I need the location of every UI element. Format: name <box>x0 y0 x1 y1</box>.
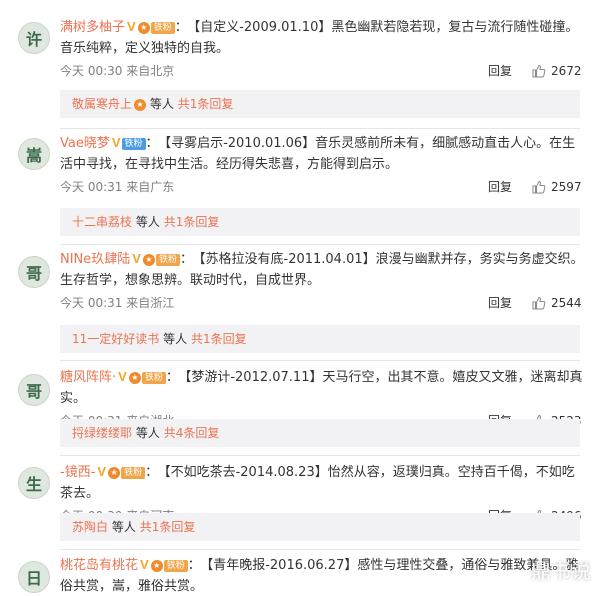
fan-badge: 铁粉 <box>155 254 180 266</box>
avatar[interactable]: 日 <box>18 561 50 593</box>
sub-reply-text: 等人 <box>135 215 160 229</box>
avatar[interactable]: 嵩 <box>18 138 50 170</box>
sub-reply-text: 等人 <box>111 520 136 534</box>
medal-icon: ★ <box>128 372 141 384</box>
username[interactable]: 桃花岛有桃花 <box>60 558 138 573</box>
verified-v-icon: V <box>111 135 121 150</box>
username[interactable]: 满树多柚子 <box>60 20 125 35</box>
avatar[interactable]: 哥 <box>18 256 50 288</box>
username[interactable]: 糖风阵阵· <box>60 370 116 385</box>
sub-reply-user[interactable]: 苏陶白 <box>72 520 108 534</box>
thumbs-up-icon <box>532 296 546 310</box>
timestamp: 今天 00:31 来自浙江 <box>60 296 175 310</box>
comment-meta: 今天 00:31 来自广东 回复 2597 <box>60 177 585 197</box>
sub-reply-summary[interactable]: 捋绿缕缕耶 等人 共4条回复 <box>60 419 580 447</box>
verified-v-icon: V <box>127 19 136 34</box>
fan-badge: 铁粉 <box>150 22 175 34</box>
like-button[interactable]: 2544 <box>532 293 582 313</box>
verified-v-icon: V <box>140 557 149 572</box>
verified-v-icon: V <box>97 464 107 479</box>
medal-icon: ★ <box>142 254 155 266</box>
sub-reply-user[interactable]: 十二串荔枝 <box>72 215 132 229</box>
sub-reply-text: 等人 <box>149 97 174 111</box>
divider <box>60 360 580 361</box>
reply-button[interactable]: 回复 <box>488 177 512 197</box>
username[interactable]: Vae晓梦 <box>60 136 110 151</box>
divider <box>60 128 580 129</box>
medal-icon: ★ <box>134 99 147 111</box>
avatar[interactable]: 生 <box>18 467 50 499</box>
thumbs-up-icon <box>532 180 546 194</box>
sub-reply-user[interactable]: 11一定好好读书 <box>72 332 159 346</box>
verified-v-icon: V <box>132 251 141 266</box>
comment-text: -镜西- V ★ 铁粉：【不如吃茶去-2014.08.23】怡然从容，返璞归真。空持百… <box>60 461 585 504</box>
sub-reply-summary[interactable]: 苏陶白 等人 共1条回复 <box>60 513 580 541</box>
comment-text: 桃花岛有桃花 V ★ 铁粉：【青年晚报-2016.06.27】感性与理性交叠，通俗与雅… <box>60 554 585 596</box>
sub-reply-count[interactable]: 共1条回复 <box>178 97 234 111</box>
divider <box>60 549 580 550</box>
like-button[interactable]: 2597 <box>532 177 582 197</box>
avatar[interactable]: 许 <box>18 22 50 54</box>
fan-badge: 铁粉 <box>121 467 146 479</box>
reply-button[interactable]: 回复 <box>488 293 512 313</box>
sub-reply-count[interactable]: 共1条回复 <box>140 520 196 534</box>
avatar[interactable]: 哥 <box>18 374 50 406</box>
fan-badge: 铁粉 <box>121 138 146 150</box>
medal-icon: ★ <box>150 560 163 572</box>
comment-meta: 今天 00:31 来自浙江 回复 2544 <box>60 293 585 313</box>
divider <box>60 455 580 456</box>
username[interactable]: -镜西- <box>60 465 95 480</box>
sub-reply-text: 等人 <box>163 332 188 346</box>
comment-text: 糖风阵阵· V ★ 铁粉：【梦游计-2012.07.11】天马行空，出其不意。嬉皮又文… <box>60 366 585 409</box>
fan-badge: 铁粉 <box>141 372 166 384</box>
sub-reply-user[interactable]: 捋绿缕缕耶 <box>72 426 132 440</box>
timestamp: 今天 00:30 来自北京 <box>60 64 175 78</box>
username[interactable]: NINe玖肆陆 <box>60 252 130 267</box>
thumbs-up-icon <box>532 64 546 78</box>
sub-reply-count[interactable]: 共1条回复 <box>164 215 220 229</box>
sub-reply-text: 等人 <box>135 426 160 440</box>
reply-button[interactable]: 回复 <box>488 61 512 81</box>
sub-reply-user[interactable]: 敬属寒舟上 <box>72 97 132 111</box>
like-count: 2672 <box>551 64 582 78</box>
sub-reply-summary[interactable]: 敬属寒舟上 ★ 等人 共1条回复 <box>60 90 580 118</box>
watermark-text: 鼎书说 <box>531 559 591 583</box>
like-count: 2544 <box>551 296 582 310</box>
comment-text: Vae晓梦 V 铁粉：【寻雾启示-2010.01.06】音乐灵感前所未有，细腻感动直… <box>60 132 585 175</box>
sub-reply-summary[interactable]: 11一定好好读书 等人 共1条回复 <box>60 325 580 353</box>
verified-v-icon: V <box>118 369 127 384</box>
divider <box>60 244 580 245</box>
comment-text: NINe玖肆陆 V ★ 铁粉：【苏格拉没有底-2011.04.01】浪漫与幽默并存，务… <box>60 248 585 291</box>
comment-text: 满树多柚子 V ★ 铁粉：【自定义-2009.01.10】黑色幽默若隐若现，复古与流行… <box>60 16 585 59</box>
sub-reply-summary[interactable]: 十二串荔枝 等人 共1条回复 <box>60 208 580 236</box>
fan-badge: 铁粉 <box>163 560 188 572</box>
medal-icon: ★ <box>108 467 121 479</box>
sub-reply-count[interactable]: 共1条回复 <box>191 332 247 346</box>
like-count: 2597 <box>551 180 582 194</box>
medal-icon: ★ <box>137 22 150 34</box>
like-button[interactable]: 2672 <box>532 61 582 81</box>
sub-reply-count[interactable]: 共4条回复 <box>164 426 220 440</box>
comment-meta: 今天 00:30 来自北京 回复 2672 <box>60 61 585 81</box>
timestamp: 今天 00:31 来自广东 <box>60 180 175 194</box>
